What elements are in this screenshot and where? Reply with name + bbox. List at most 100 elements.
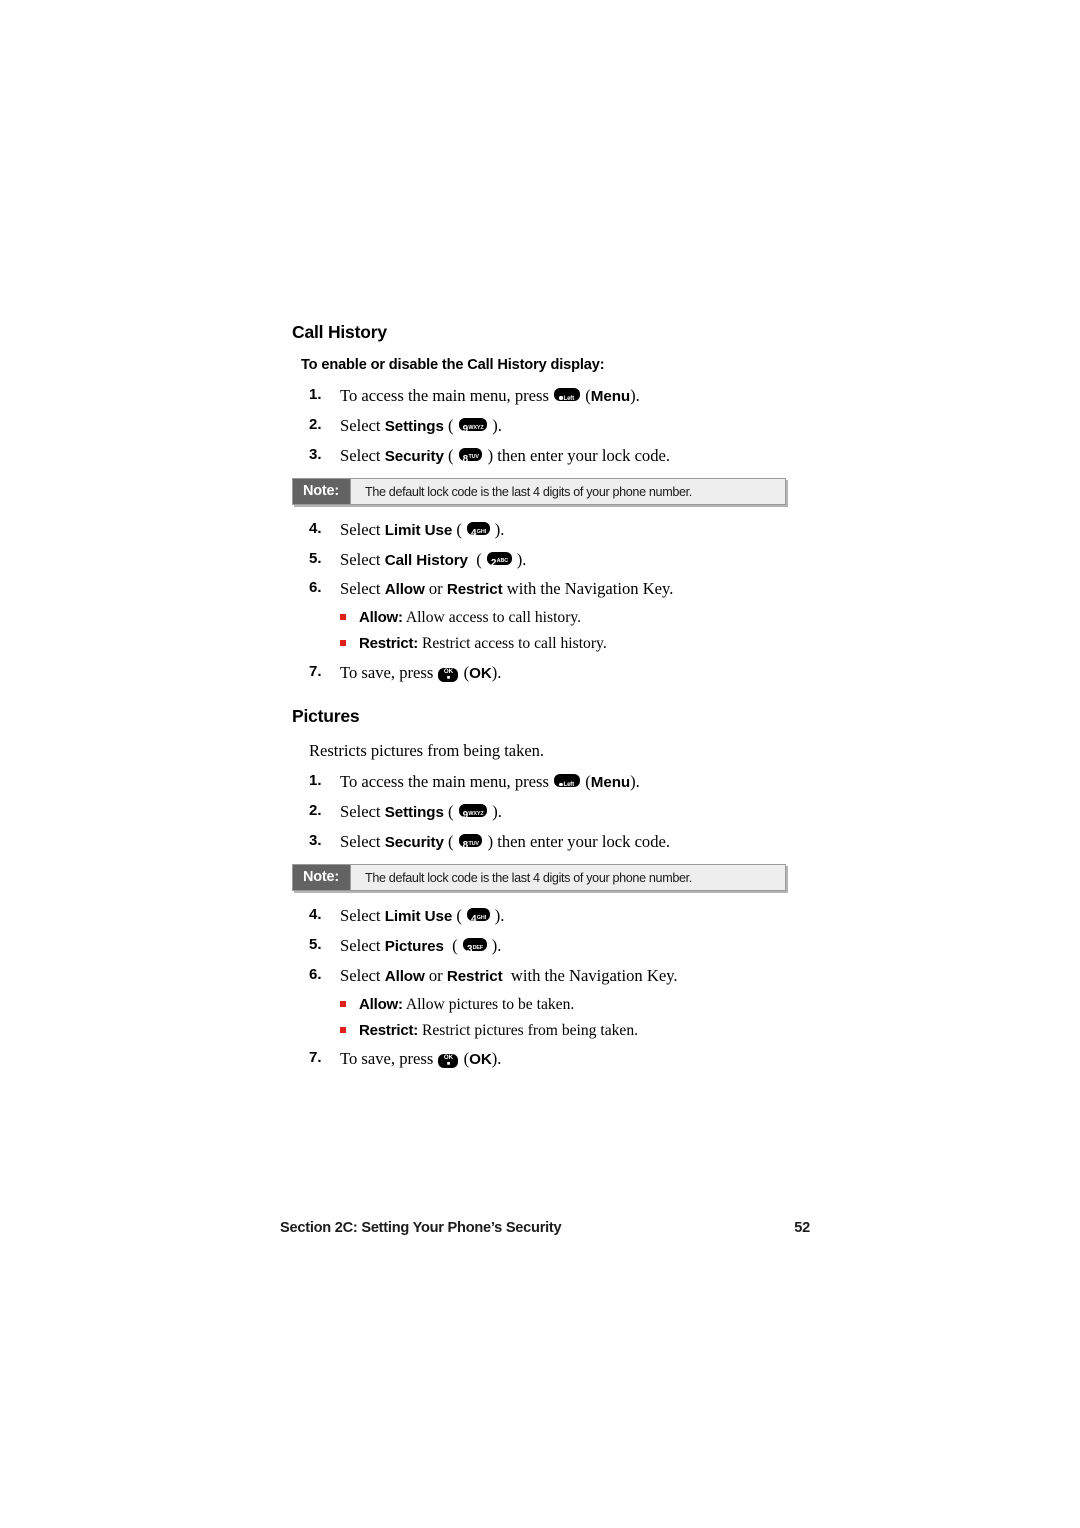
- step-number: 6.: [309, 579, 322, 597]
- step-bold-allow: Allow: [384, 967, 425, 985]
- step-number: 7.: [309, 662, 322, 680]
- step-number: 7.: [309, 1049, 322, 1067]
- note-tag: Note:: [293, 865, 351, 891]
- key-letters: WXYZ: [468, 811, 484, 818]
- step-text-mid: or: [424, 579, 447, 599]
- bullet-label: Restrict:: [359, 635, 419, 653]
- key-digit: 4: [471, 527, 477, 539]
- section-subheading-call-history: To enable or disable the Call History di…: [301, 357, 605, 373]
- step-number: 2.: [309, 802, 322, 820]
- bullet-label: Allow:: [359, 609, 403, 627]
- square-bullet-icon: [340, 1000, 346, 1007]
- square-bullet-icon: [340, 614, 346, 621]
- bullet-text: Allow pictures to be taken.: [402, 995, 575, 1013]
- step-bold-term: Call History: [384, 551, 468, 569]
- step-text-post: ).: [494, 519, 505, 539]
- step-item: 1. To access the main menu, press Left (…: [309, 772, 640, 792]
- step-text-post: ).: [492, 415, 502, 435]
- ok-key-top: OK: [443, 667, 454, 675]
- ok-bold-label: OK: [469, 1051, 492, 1069]
- step-number: 1.: [309, 772, 322, 790]
- ok-key-bottom: ■: [446, 674, 451, 681]
- step-text-pre: Select: [340, 549, 385, 569]
- bullet-label: Allow:: [359, 995, 403, 1013]
- step-text-pre: Select: [340, 519, 385, 539]
- key-digit: 3: [466, 944, 473, 956]
- step-bold-restrict: Restrict: [446, 967, 503, 985]
- step-number: 5.: [309, 936, 322, 954]
- step-text-pre: Select: [340, 965, 385, 985]
- step-text-post: ).: [491, 936, 502, 956]
- step-text-post: ).: [491, 662, 502, 682]
- menu-key-label: Left: [563, 395, 575, 402]
- step-text-pre: Select: [340, 832, 385, 852]
- key-letters: WXYZ: [468, 424, 484, 431]
- key-letters: GHI: [476, 528, 487, 535]
- bullets-wrap-call-history: Allow: Allow access to call history. Res…: [340, 607, 792, 655]
- step-text-pre: Select: [340, 802, 385, 822]
- keypad-9-icon: 9WXYZ: [458, 804, 488, 821]
- square-bullet-icon: [340, 640, 346, 647]
- key-letters: TUV: [468, 454, 479, 461]
- step-item: 4. Select Limit Use ( 4GHI ).: [309, 906, 505, 926]
- step-bold-term: Settings: [384, 417, 444, 435]
- steps-call-history-part2: 4. Select Limit Use ( 4GHI ). 5. Select …: [292, 518, 792, 601]
- step-number: 4.: [309, 519, 322, 537]
- step-bold-term: Limit Use: [384, 908, 453, 926]
- key-letters: DEF: [472, 944, 484, 951]
- key-digit: 4: [471, 914, 477, 926]
- page-content: Call History To enable or disable the Ca…: [292, 322, 792, 1077]
- note-box: Note: The default lock code is the last …: [292, 864, 786, 892]
- bullet-list: Allow: Allow access to call history. Res…: [340, 607, 792, 655]
- step-item: 5. Select Call History ( 2ABC ).: [309, 549, 527, 569]
- list-item: Allow: Allow access to call history.: [340, 607, 792, 628]
- steps-pictures-part1: 1. To access the main menu, press Left (…: [292, 770, 792, 853]
- keypad-8-icon: 8TUV: [458, 447, 483, 464]
- step-text-post: ).: [492, 802, 502, 822]
- ok-key-top: OK: [443, 1054, 454, 1062]
- bullet-list: Allow: Allow pictures to be taken. Restr…: [340, 994, 792, 1042]
- step-text-mid: or: [424, 965, 447, 985]
- step-number: 4.: [309, 906, 322, 924]
- step-item: 3. Select Security ( 8TUV ) then enter y…: [309, 445, 671, 465]
- section-heading-pictures: Pictures: [292, 706, 360, 727]
- menu-softkey-icon: Left: [554, 774, 581, 789]
- step-text-pre: To save, press: [340, 662, 438, 682]
- menu-key-label: Left: [563, 782, 575, 789]
- section-heading-call-history: Call History: [292, 322, 387, 342]
- step-item: 2. Select Settings ( 9WXYZ ).: [309, 802, 502, 822]
- step-bold-term: Security: [384, 834, 444, 852]
- bullet-label: Restrict:: [359, 1021, 419, 1039]
- square-bullet-icon: [340, 1026, 346, 1033]
- list-item: Restrict: Restrict pictures from being t…: [340, 1020, 792, 1041]
- note-text: The default lock code is the last 4 digi…: [351, 865, 785, 891]
- step-bold-term: Limit Use: [384, 521, 453, 539]
- ok-key-bottom: ■: [446, 1061, 451, 1068]
- dot-icon: [559, 396, 563, 400]
- key-letters: TUV: [468, 840, 479, 847]
- step-text-post: with the Navigation Key.: [506, 965, 678, 985]
- step-bold-restrict: Restrict: [446, 581, 503, 599]
- key-letters: ABC: [496, 558, 509, 565]
- step-text-post: ).: [516, 549, 527, 569]
- step-number: 6.: [309, 965, 322, 983]
- key-digit: 2: [490, 557, 497, 569]
- step-item: 6. Select Allow or Restrict with the Nav…: [292, 964, 792, 987]
- page-footer: Section 2C: Setting Your Phone’s Securit…: [280, 1220, 810, 1236]
- step-item: 6. Select Allow or Restrict with the Nav…: [292, 577, 792, 600]
- step-text-pre: To save, press: [340, 1049, 438, 1069]
- step-text-post: ).: [491, 1049, 502, 1069]
- dot-icon: [559, 782, 563, 787]
- keypad-4-icon: 4GHI: [467, 521, 490, 538]
- step-text-post: ) then enter your lock code.: [487, 832, 671, 852]
- step-text-post: ).: [630, 772, 640, 792]
- step-item: 4. Select Limit Use ( 4GHI ).: [309, 519, 505, 539]
- step-text-post: ).: [630, 386, 640, 405]
- note-box: Note: The default lock code is the last …: [292, 477, 786, 505]
- page-number: 52: [794, 1220, 810, 1236]
- keypad-3-icon: 3DEF: [462, 938, 487, 955]
- step-bold-term: Security: [384, 447, 444, 465]
- steps-call-history-part1: 1. To access the main menu, press Left (…: [292, 384, 792, 467]
- note-text: The default lock code is the last 4 digi…: [351, 478, 785, 504]
- step-text-pre: To access the main menu, press: [340, 386, 554, 405]
